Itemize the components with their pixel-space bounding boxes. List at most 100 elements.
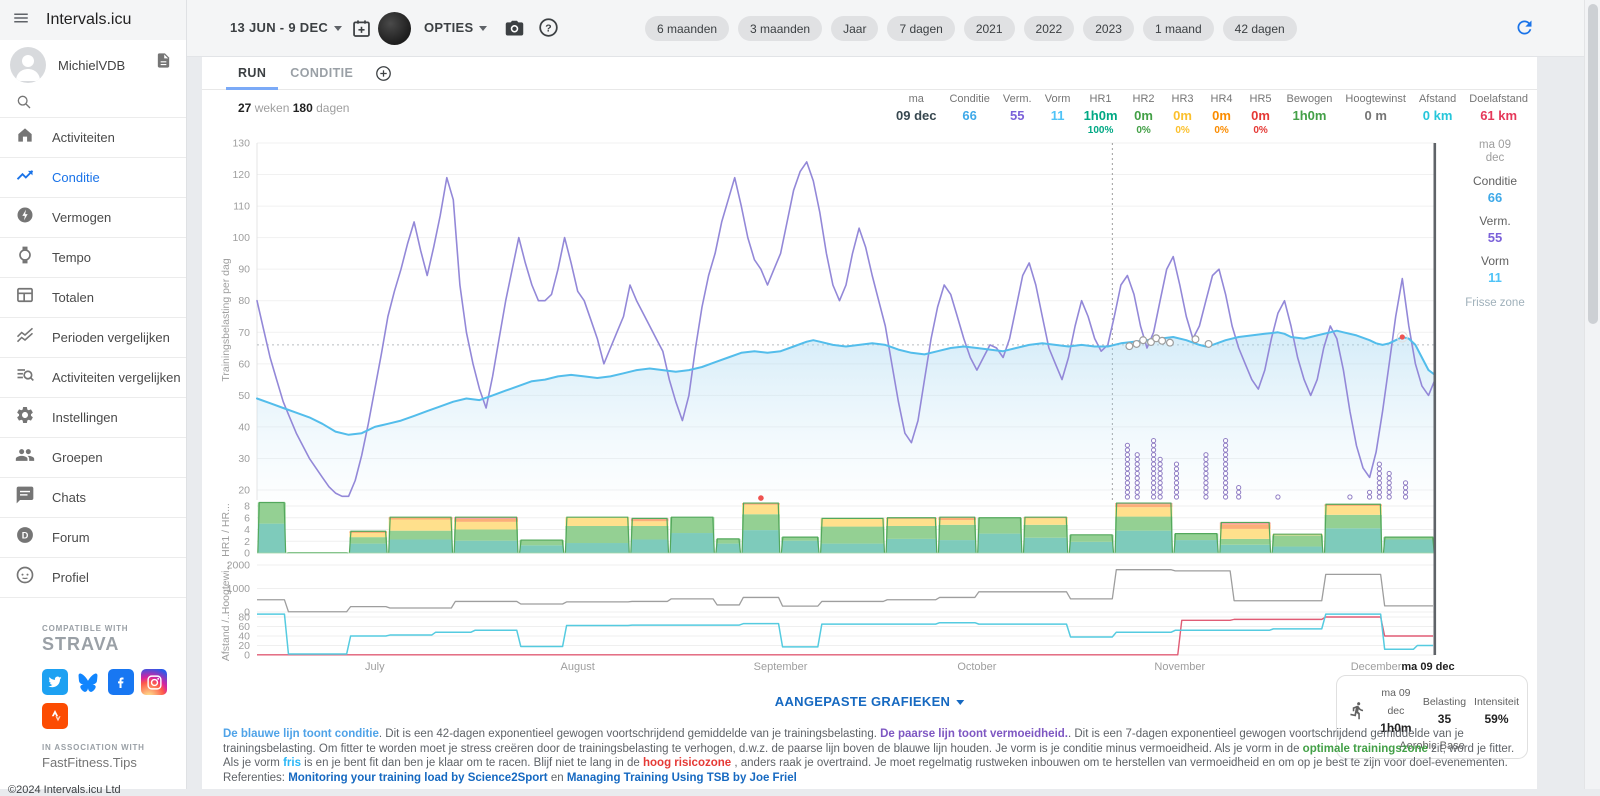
svg-text:80: 80 xyxy=(238,612,250,624)
svg-text:8: 8 xyxy=(244,501,250,513)
chevron-down-icon xyxy=(479,26,487,31)
svg-text:D: D xyxy=(22,530,29,540)
description-text: De paarse lijn toont vermoeidheid. xyxy=(880,728,1068,740)
svg-text:?: ? xyxy=(545,22,551,34)
sidebar-item-profiel[interactable]: Profiel xyxy=(0,557,186,597)
svg-text:October: October xyxy=(957,661,996,673)
table-icon xyxy=(15,285,35,310)
fastfitness-link[interactable]: FastFitness.Tips xyxy=(42,755,186,770)
bluesky-icon[interactable] xyxy=(75,669,101,695)
tab-run[interactable]: RUN xyxy=(226,57,278,89)
add-tab-icon[interactable] xyxy=(375,57,392,89)
description-text: De blauwe lijn toont conditie xyxy=(223,728,379,740)
watch-icon xyxy=(15,245,35,270)
association-label: IN ASSOCIATION WITH xyxy=(42,743,186,752)
reference-link[interactable]: Managing Training Using TSB by Joe Friel xyxy=(567,772,797,784)
sidebar-item-groepen[interactable]: Groepen xyxy=(0,437,186,477)
side-panel-date: ma 09dec xyxy=(1451,139,1539,165)
sidebar-item-activiteiten-vergelijken[interactable]: Activiteiten vergelijken xyxy=(0,357,186,397)
description-text: en xyxy=(548,772,567,784)
range-chip[interactable]: 2021 xyxy=(964,16,1015,41)
facebook-icon[interactable] xyxy=(108,669,134,695)
face-icon xyxy=(15,565,35,590)
twitter-icon[interactable] xyxy=(42,669,68,695)
runner-icon xyxy=(1345,698,1369,722)
range-chip[interactable]: 7 dagen xyxy=(887,16,954,41)
sidebar-item-tempo[interactable]: Tempo xyxy=(0,237,186,277)
topbar: 13 JUN - 9 DEC OPTIES ? 6 maanden 3 maand… xyxy=(187,0,1600,57)
scrollbar-thumb[interactable] xyxy=(1588,4,1598,324)
opties-dropdown[interactable]: OPTIES xyxy=(424,20,487,35)
sidebar-search[interactable] xyxy=(0,90,186,117)
sidebar-item-instellingen[interactable]: Instellingen xyxy=(0,397,186,437)
refresh-icon[interactable] xyxy=(1514,17,1535,43)
svg-text:30: 30 xyxy=(238,453,250,465)
people-icon xyxy=(15,445,35,470)
svg-text:HR1 / HR...: HR1 / HR... xyxy=(220,503,232,557)
forum-icon: D xyxy=(15,525,35,550)
tooltip-belasting-label: Belasting xyxy=(1423,696,1466,708)
calendar-add-icon[interactable] xyxy=(351,18,372,44)
help-icon[interactable]: ? xyxy=(538,17,559,43)
instagram-icon[interactable] xyxy=(141,669,167,695)
svg-text:100: 100 xyxy=(232,232,250,244)
svg-text:Trainingsbelasting per dag: Trainingsbelasting per dag xyxy=(220,258,232,382)
user-avatar[interactable] xyxy=(10,47,46,83)
user-row[interactable]: MichielVDB xyxy=(0,40,186,90)
side-panel-verm: Verm.55 xyxy=(1451,214,1539,245)
range-chip[interactable]: 3 maanden xyxy=(738,16,822,41)
reference-link[interactable]: Monitoring your training load by Science… xyxy=(288,772,547,784)
username: MichielVDB xyxy=(58,58,125,73)
description-text: hoog risicozone xyxy=(643,757,731,769)
logo-avatar[interactable] xyxy=(378,12,411,45)
chevron-down-icon xyxy=(334,26,342,31)
svg-text:2: 2 xyxy=(244,536,250,548)
sidebar: Intervals.icu MichielVDB ActiviteitenCon… xyxy=(0,0,187,789)
range-chip[interactable]: 6 maanden xyxy=(645,16,729,41)
hamburger-menu-icon[interactable] xyxy=(12,9,30,32)
trend-icon xyxy=(15,165,35,190)
search-list-icon xyxy=(15,365,35,390)
chat-icon xyxy=(15,485,35,510)
tab-conditie[interactable]: CONDITIE xyxy=(278,57,365,89)
sidebar-item-conditie[interactable]: Conditie xyxy=(0,157,186,197)
custom-charts-dropdown[interactable]: AANGEPASTE GRAFIEKEN xyxy=(775,694,965,709)
range-chip[interactable]: 42 dagen xyxy=(1223,16,1297,41)
sidebar-item-perioden-vergelijken[interactable]: Perioden vergelijken xyxy=(0,317,186,357)
main-content: RUNCONDITIE 27 weken 180 dagen ma09 decC… xyxy=(202,57,1537,789)
svg-text:20: 20 xyxy=(238,484,250,496)
description-text: . Dit is een 42-dagen exponentieel gewog… xyxy=(379,728,880,740)
page-scrollbar[interactable] xyxy=(1584,0,1600,789)
sidebar-item-forum[interactable]: DForum xyxy=(0,517,186,557)
app-title: Intervals.icu xyxy=(46,11,131,29)
svg-text:December: December xyxy=(1351,661,1402,673)
svg-text:120: 120 xyxy=(232,169,250,181)
range-chip[interactable]: Jaar xyxy=(831,16,878,41)
strava-icon[interactable] xyxy=(42,703,68,729)
compare-icon xyxy=(15,325,35,350)
range-chip[interactable]: 1 maand xyxy=(1143,16,1214,41)
svg-text:August: August xyxy=(561,661,595,673)
date-range-dropdown[interactable]: 13 JUN - 9 DEC xyxy=(230,20,342,35)
svg-text:September: September xyxy=(754,661,808,673)
svg-text:6: 6 xyxy=(244,512,250,524)
range-chip[interactable]: 2022 xyxy=(1024,16,1075,41)
range-chip[interactable]: 2023 xyxy=(1083,16,1134,41)
svg-text:90: 90 xyxy=(238,264,250,276)
sidebar-footer: COMPATIBLE WITH STRAVA IN ASSOCIATION WI… xyxy=(0,597,186,796)
sidebar-item-vermogen[interactable]: Vermogen xyxy=(0,197,186,237)
social-links xyxy=(42,669,186,695)
fitness-chart[interactable]: 2030405060708090100110120130024680100020… xyxy=(202,130,1537,680)
sidebar-item-totalen[interactable]: Totalen xyxy=(0,277,186,317)
sidebar-item-activiteiten[interactable]: Activiteiten xyxy=(0,117,186,157)
gear-icon xyxy=(15,405,35,430)
svg-text:0: 0 xyxy=(244,548,250,560)
sidebar-menu: ActiviteitenConditieVermogenTempoTotalen… xyxy=(0,117,186,597)
camera-icon[interactable] xyxy=(504,18,525,44)
svg-text:80: 80 xyxy=(238,295,250,307)
period-summary: 27 weken 180 dagen xyxy=(238,101,349,115)
svg-text:130: 130 xyxy=(232,138,250,150)
document-icon[interactable] xyxy=(155,52,172,74)
sidebar-item-chats[interactable]: Chats xyxy=(0,477,186,517)
svg-text:110: 110 xyxy=(233,201,250,213)
